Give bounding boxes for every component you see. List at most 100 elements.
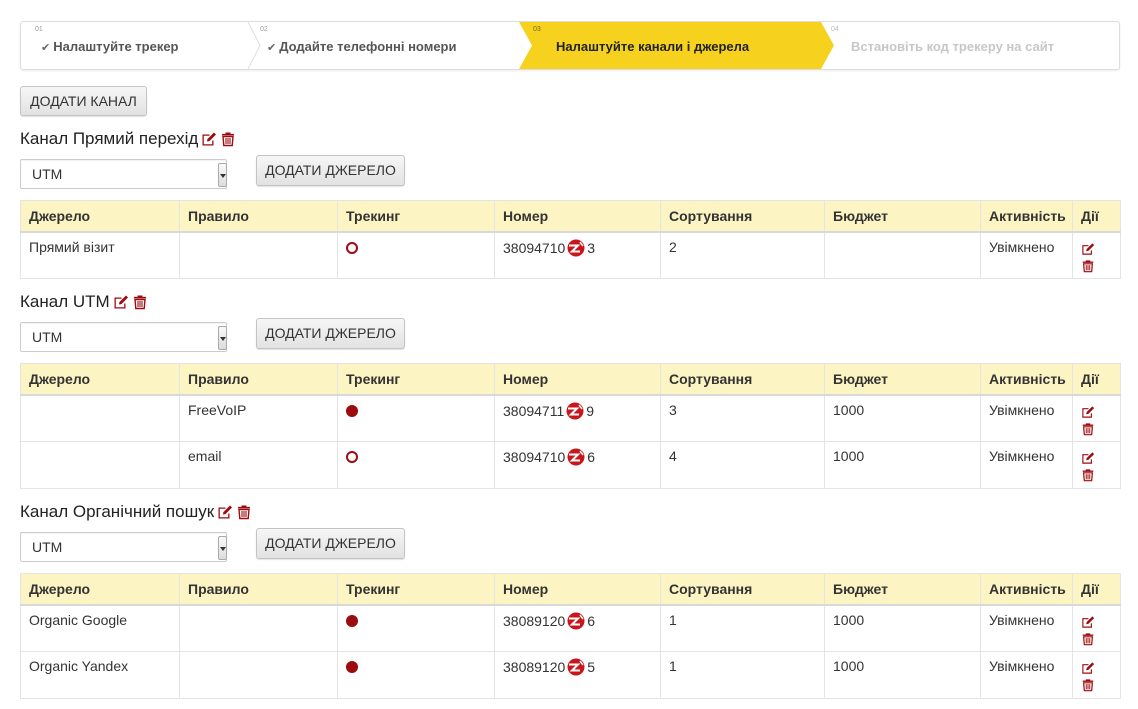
check-icon: ✔ [267,42,277,54]
trash-icon[interactable] [1081,468,1095,482]
tracking-cell [337,441,495,489]
masked-digits-icon [564,402,586,420]
number-suffix: 5 [587,659,596,675]
column-header: Номер [494,363,661,396]
column-header: Дії [1072,363,1121,396]
channel-title: Канал Органічний пошук [20,502,215,521]
sort-cell: 1 [660,651,825,699]
number-suffix: 9 [586,402,595,419]
add-source-button[interactable]: ДОДАТИ ДЖЕРЕЛО [256,318,405,349]
wizard-step-4-number: 04 [831,26,839,33]
masked-digits-icon [565,612,587,630]
budget-cell: 1000 [824,604,981,652]
wizard-step-1-number: 01 [35,26,43,33]
edit-icon[interactable] [1081,451,1095,465]
edit-icon[interactable] [1081,661,1095,675]
rule-cell [179,231,338,279]
source-type-value: UTM [32,166,63,182]
column-header: Правило [179,363,338,396]
edit-icon[interactable] [217,504,233,520]
wizard-step-2[interactable]: 02 ✔ Додайте телефонні номери [259,22,521,69]
column-header: Активність [980,200,1073,233]
add-source-button[interactable]: ДОДАТИ ДЖЕРЕЛО [256,528,405,559]
trash-icon[interactable] [1081,678,1095,692]
source-type-select[interactable]: UTM [20,532,227,562]
source-type-select[interactable]: UTM [20,322,227,352]
channel-title-row: Канал Органічний пошук [20,501,1120,523]
number-suffix: 6 [587,612,596,629]
tracking-status-icon [346,404,358,417]
wizard-step-4-label: Встановіть код трекеру на сайт [851,39,1055,54]
trash-icon[interactable] [1081,422,1095,436]
table-row[interactable]: FreeVoIP 38094711 9 3 1000 Увімкнено [20,394,1121,442]
number-cell: 38089120 6 [494,604,661,652]
budget-cell: 1000 [824,394,981,442]
add-channel-button[interactable]: ДОДАТИ КАНАЛ [20,86,147,116]
column-header: Бюджет [824,573,981,606]
column-header: Сортування [660,200,825,233]
rule-cell: FreeVoIP [179,394,338,442]
tracking-status-icon [346,451,358,463]
sources-table: Джерело Правило Трекинг Номер Сортування Бюдж… [20,573,1121,699]
channel-controls: UTM ДОДАТИ ДЖЕРЕЛО [20,313,1120,357]
wizard-step-3[interactable]: 03 Налаштуйте канали і джерела [531,22,821,69]
rule-cell [179,604,338,652]
chevron-down-icon[interactable] [218,163,227,187]
table-row[interactable]: Прямий візит 38094710 3 2 Увімкнено [20,231,1121,279]
source-cell: Прямий візит [20,231,180,279]
channel-controls: UTM ДОДАТИ ДЖЕРЕЛО [20,523,1120,567]
table-row[interactable]: email 38094710 6 4 1000 Увімкнено [20,441,1121,489]
tracking-status-icon [346,241,358,254]
number-prefix: 38089120 [503,659,566,675]
actions-cell [1072,604,1121,652]
sources-table: Джерело Правило Трекинг Номер Сортування Бюдж… [20,363,1121,489]
actions-cell [1072,394,1121,442]
number-prefix: 38094710 [503,449,566,465]
activity-cell: Увімкнено [980,231,1073,279]
trash-icon[interactable] [132,294,148,310]
table-row[interactable]: Organic Google 38089120 6 1 1000 Увімкнен… [20,604,1121,652]
edit-icon[interactable] [1081,405,1095,419]
activity-cell: Увімкнено [980,604,1073,652]
edit-icon[interactable] [113,294,129,310]
trash-icon[interactable] [1081,259,1095,273]
actions-cell [1072,441,1121,489]
activity-cell: Увімкнено [980,394,1073,442]
column-header: Правило [179,573,338,606]
source-cell: Organic Google [20,604,180,652]
tracking-status-icon [346,661,358,673]
source-type-select[interactable]: UTM [20,159,227,189]
channel-section: Канал Органічний пошук UTM ДОДАТИ ДЖЕРЕЛ… [20,501,1121,699]
column-header: Сортування [660,363,825,396]
add-source-button[interactable]: ДОДАТИ ДЖЕРЕЛО [256,155,405,186]
channel-title: Канал Прямий перехід [20,129,199,148]
column-header: Сортування [660,573,825,606]
source-type-value: UTM [32,329,63,345]
chevron-down-icon[interactable] [218,536,227,560]
tracking-cell [337,231,495,279]
chevron-down-icon[interactable] [218,326,227,350]
wizard-step-3-label: Налаштуйте канали і джерела [556,39,750,54]
wizard-step-3-number: 03 [533,26,541,33]
tracking-cell [337,604,495,652]
wizard-step-4[interactable]: 04 Встановіть код трекеру на сайт [831,22,1119,69]
number-cell: 38094710 6 [494,441,661,489]
wizard-step-2-number: 02 [260,26,268,33]
edit-icon[interactable] [1081,615,1095,629]
edit-icon[interactable] [201,131,217,147]
number-prefix: 38089120 [503,612,566,629]
column-header: Джерело [20,200,180,233]
column-header: Бюджет [824,200,981,233]
edit-icon[interactable] [1081,242,1095,256]
table-header-row: Джерело Правило Трекинг Номер Сортування Бюдж… [20,200,1121,233]
trash-icon[interactable] [236,504,252,520]
number-cell: 38094710 3 [494,231,661,279]
check-icon: ✔ [41,42,51,54]
table-row[interactable]: Organic Yandex 38089120 5 1 1000 Увімкнен… [20,651,1121,699]
trash-icon[interactable] [220,131,236,147]
source-cell: Organic Yandex [20,651,180,699]
wizard-step-1-label: Налаштуйте трекер [53,39,179,54]
wizard-step-1[interactable]: 01 ✔ Налаштуйте трекер [21,22,256,69]
trash-icon[interactable] [1081,632,1095,646]
sources-table: Джерело Правило Трекинг Номер Сортування Бюдж… [20,200,1121,279]
